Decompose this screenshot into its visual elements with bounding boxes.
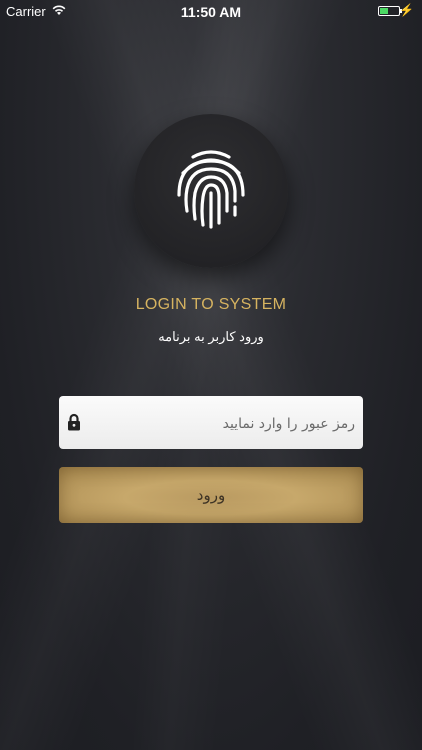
page-subtitle: ورود کاربر به برنامه: [158, 329, 264, 344]
status-bar: Carrier 11:50 AM ⚡: [0, 0, 422, 22]
charging-bolt-icon: ⚡: [399, 3, 414, 17]
battery-level-fill: [380, 8, 389, 14]
lock-icon: [67, 413, 81, 436]
password-input[interactable]: [99, 396, 357, 451]
background-light-rays: [0, 0, 422, 750]
battery-icon: [378, 6, 402, 16]
login-button[interactable]: ورود: [59, 467, 363, 523]
page-title: LOGIN TO SYSTEM: [135, 296, 287, 313]
fingerprint-icon: [177, 150, 245, 229]
fingerprint-button[interactable]: [134, 114, 288, 268]
status-time: 11:50 AM: [180, 4, 242, 20]
password-field[interactable]: [59, 396, 363, 451]
